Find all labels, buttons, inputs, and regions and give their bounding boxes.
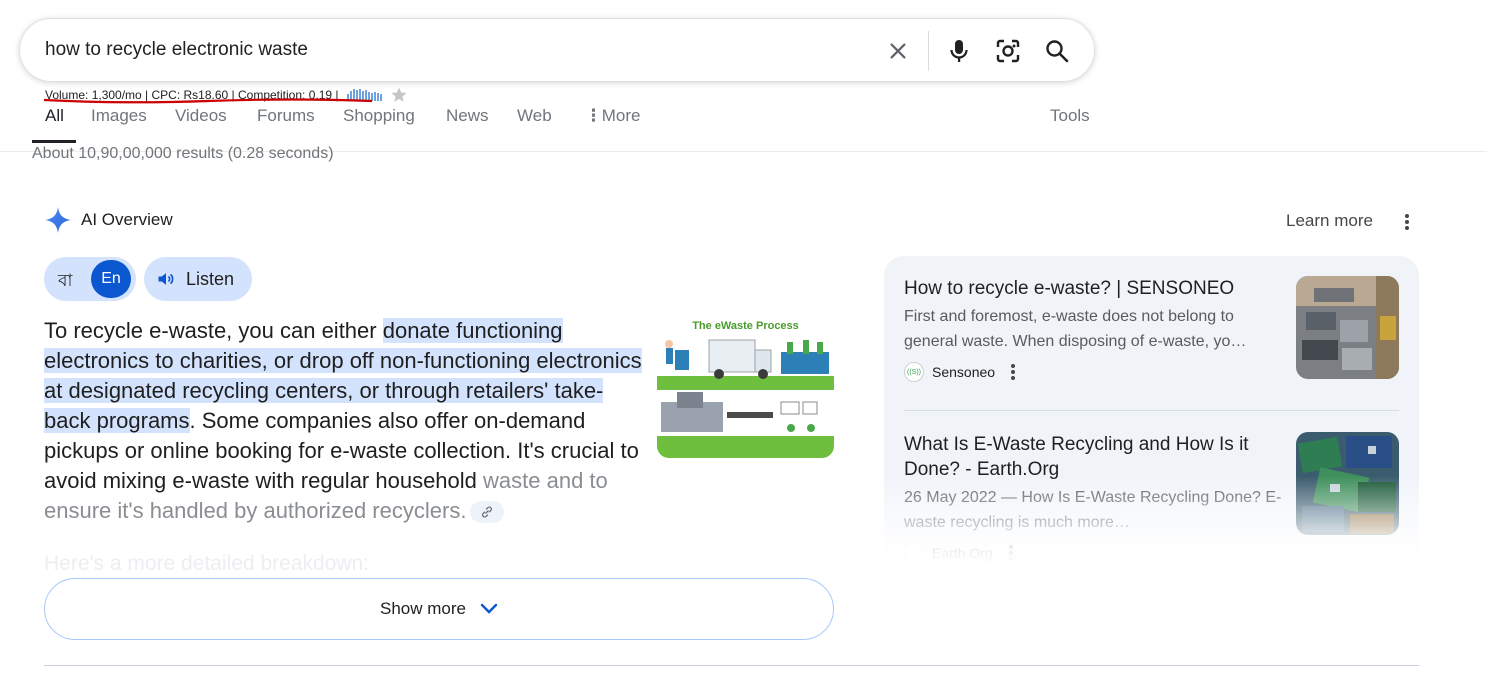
more-dot <box>1405 226 1409 230</box>
sensoneo-favicon: ((S)) <box>904 362 924 382</box>
more-dot <box>1011 364 1016 368</box>
chevron-down-icon <box>480 603 498 614</box>
source-site-name: Sensoneo <box>932 364 996 380</box>
ai-overview-text: To recycle e-waste, you can either donat… <box>44 316 644 526</box>
search-button[interactable] <box>1039 33 1075 69</box>
ewaste-process-image[interactable]: The eWaste Process <box>657 312 834 458</box>
source-divider <box>904 410 1399 411</box>
listen-label: Listen <box>186 268 235 289</box>
tab-more[interactable]: ⋮ More <box>585 106 640 126</box>
ewaste-pile-image <box>1296 276 1399 379</box>
sparkle-icon <box>45 207 71 233</box>
results-count: About 10,90,00,000 results (0.28 seconds… <box>32 145 334 162</box>
source-title[interactable]: How to recycle e-waste? | SENSONEO <box>904 276 1284 301</box>
more-dot <box>1011 376 1016 380</box>
source-site-name: Earth.Org <box>932 545 993 561</box>
tab-web[interactable]: Web <box>517 106 552 126</box>
citation-link-button[interactable] <box>470 501 505 524</box>
tab-more-label: More <box>601 106 641 125</box>
tab-all[interactable]: All <box>45 106 64 126</box>
search-input[interactable]: how to recycle electronic waste <box>45 39 308 61</box>
search-divider <box>928 31 929 71</box>
microphone-icon <box>950 40 968 62</box>
tab-images[interactable]: Images <box>91 106 147 126</box>
speaker-icon <box>158 273 174 285</box>
detailed-breakdown-heading: Here's a more detailed breakdown: <box>44 552 370 575</box>
earth-org-favicon <box>904 543 924 563</box>
section-divider <box>44 665 1419 666</box>
lens-search-button[interactable] <box>990 33 1026 69</box>
tab-forums[interactable]: Forums <box>257 106 315 126</box>
camera-lens-icon <box>996 39 1020 63</box>
search-box[interactable]: how to recycle electronic waste <box>19 18 1095 82</box>
ai-sources-panel: How to recycle e-waste? | SENSONEO First… <box>884 256 1419 566</box>
language-toggle: বা En <box>44 257 136 301</box>
close-icon <box>890 43 906 59</box>
more-dot <box>1011 370 1016 374</box>
language-bengali-button[interactable]: বা <box>58 268 72 296</box>
source-site: Earth.Org <box>904 543 1404 563</box>
red-underline-annotation <box>43 98 373 104</box>
source-snippet: First and foremost, e-waste does not bel… <box>904 308 1247 350</box>
learn-more-link[interactable]: Learn more <box>1286 211 1373 231</box>
more-dot <box>1405 220 1409 224</box>
tab-news[interactable]: News <box>446 106 489 126</box>
clear-search-button[interactable] <box>880 33 916 69</box>
star-icon[interactable] <box>390 86 408 104</box>
ai-text-intro: To recycle e-waste, you can either <box>44 318 383 343</box>
more-vertical-icon: ⋮ <box>585 106 602 125</box>
source-options-button[interactable] <box>1001 543 1021 563</box>
source-card[interactable]: What Is E-Waste Recycling and How Is it … <box>904 432 1404 563</box>
more-dot <box>1008 545 1013 549</box>
language-english-button[interactable]: En <box>91 260 131 298</box>
active-tab-indicator <box>32 140 76 143</box>
tab-videos[interactable]: Videos <box>175 106 227 126</box>
source-title[interactable]: What Is E-Waste Recycling and How Is it … <box>904 432 1284 482</box>
voice-search-button[interactable] <box>941 33 977 69</box>
ewaste-process-illustration <box>657 339 834 458</box>
source-card[interactable]: How to recycle e-waste? | SENSONEO First… <box>904 276 1404 382</box>
tab-shopping[interactable]: Shopping <box>343 106 415 126</box>
tools-button[interactable]: Tools <box>1050 106 1090 126</box>
ai-overview-title: AI Overview <box>81 210 173 229</box>
more-dot <box>1405 214 1409 218</box>
ai-overview-header: AI Overview <box>44 206 173 234</box>
link-icon <box>482 506 493 518</box>
listen-button[interactable]: Listen <box>144 257 252 301</box>
more-dot <box>1008 557 1013 561</box>
show-more-button[interactable]: Show more <box>44 578 834 640</box>
source-snippet: 26 May 2022 — How Is E-Waste Recycling D… <box>904 489 1282 531</box>
more-dot <box>1008 551 1013 555</box>
circuit-boards-image <box>1296 432 1399 535</box>
source-thumbnail[interactable] <box>1296 432 1399 535</box>
show-more-label: Show more <box>380 599 466 618</box>
ai-overview-options-button[interactable] <box>1397 212 1417 232</box>
source-options-button[interactable] <box>1003 362 1023 382</box>
source-thumbnail[interactable] <box>1296 276 1399 379</box>
search-icon <box>1046 40 1069 63</box>
